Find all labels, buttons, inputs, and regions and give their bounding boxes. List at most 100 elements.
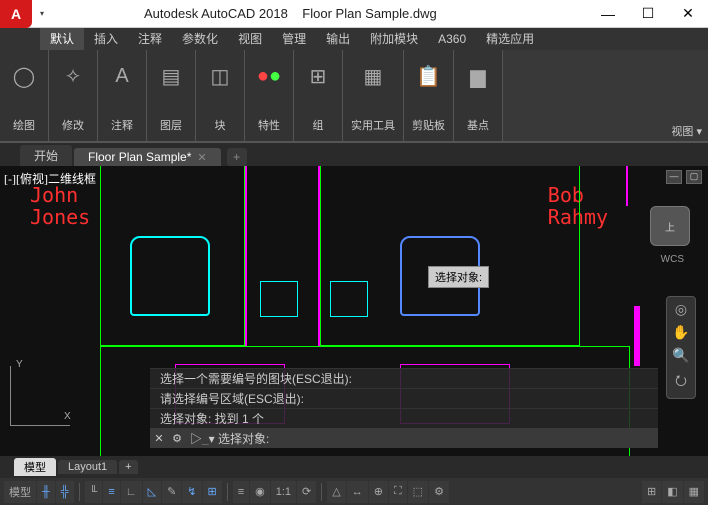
tab-addins[interactable]: 附加模块 bbox=[360, 28, 428, 50]
drawing-area[interactable]: [-][俯视]二维线框 — ▢ John Jones Bob Rahmy 选择对… bbox=[0, 166, 708, 456]
view-panel-dropdown[interactable]: 视图 ▾ bbox=[671, 123, 702, 139]
separator bbox=[321, 483, 322, 501]
clean-icon[interactable]: ⬚ bbox=[408, 481, 428, 503]
menu-icon[interactable]: ▦ bbox=[684, 481, 704, 503]
draw-icon: ◯ bbox=[8, 60, 40, 92]
panel-layers[interactable]: ▤图层 bbox=[147, 50, 196, 141]
group-icon: ⊞ bbox=[302, 60, 334, 92]
navigation-bar: ◎ ✋ 🔍 ⭮ bbox=[666, 296, 696, 399]
wall-line bbox=[245, 166, 247, 346]
minimize-button[interactable]: — bbox=[588, 0, 628, 28]
tab-start[interactable]: 开始 bbox=[20, 145, 72, 166]
command-history-line: 选择对象: 找到 1 个 bbox=[150, 408, 658, 428]
snap-icon[interactable]: ╬ bbox=[56, 481, 74, 503]
app-logo[interactable]: A bbox=[0, 0, 32, 28]
tray-icon[interactable]: ⊞ bbox=[642, 481, 661, 503]
dyn-icon[interactable]: ⊞ bbox=[203, 481, 222, 503]
vp-min-icon[interactable]: — bbox=[666, 170, 682, 184]
block-icon: ◫ bbox=[204, 60, 236, 92]
ribbon-filler: 视图 ▾ bbox=[503, 50, 708, 141]
separator bbox=[227, 483, 228, 501]
add-layout-button[interactable]: + bbox=[119, 460, 137, 474]
panel-draw[interactable]: ◯绘图 bbox=[0, 50, 49, 141]
ribbon-tabs: 默认 插入 注释 参数化 视图 管理 输出 附加模块 A360 精选应用 bbox=[0, 28, 708, 50]
model-paper-toggle[interactable]: 模型 bbox=[4, 481, 36, 503]
grid-icon[interactable]: ╫ bbox=[37, 481, 55, 503]
qp-icon[interactable]: ≡ bbox=[233, 481, 249, 503]
panel-base[interactable]: ▆基点 bbox=[454, 50, 503, 141]
tab-model-space[interactable]: 模型 bbox=[14, 458, 56, 476]
orbit-icon[interactable]: ⭮ bbox=[675, 370, 687, 394]
panel-annotate[interactable]: A注释 bbox=[98, 50, 147, 141]
tab-a360[interactable]: A360 bbox=[428, 28, 476, 50]
chair-block bbox=[130, 236, 210, 316]
tray-icon2[interactable]: ◧ bbox=[662, 481, 682, 503]
osnap-icon[interactable]: ◺ bbox=[143, 481, 161, 503]
document-tabs: 开始 Floor Plan Sample*✕ + bbox=[0, 142, 708, 166]
otrack-icon[interactable]: ✎ bbox=[162, 481, 181, 503]
close-cmd-icon[interactable]: ✕ bbox=[150, 432, 168, 445]
close-button[interactable]: ✕ bbox=[668, 0, 708, 28]
maximize-button[interactable]: ☐ bbox=[628, 0, 668, 28]
sc-icon[interactable]: ◉ bbox=[250, 481, 270, 503]
layers-icon: ▤ bbox=[155, 60, 187, 92]
tab-manage[interactable]: 管理 bbox=[272, 28, 316, 50]
panel-properties[interactable]: ●●特性 bbox=[245, 50, 294, 141]
text-icon: A bbox=[106, 60, 138, 92]
utils-icon: ▦ bbox=[357, 60, 389, 92]
tab-view[interactable]: 视图 bbox=[228, 28, 272, 50]
command-history-line: 选择一个需要编号的图块(ESC退出): bbox=[150, 368, 658, 388]
custom-icon[interactable]: ⚙ bbox=[429, 481, 449, 503]
title-bar: A ▾ Autodesk AutoCAD 2018 Floor Plan Sam… bbox=[0, 0, 708, 28]
panel-modify[interactable]: ✧修改 bbox=[49, 50, 98, 141]
panel-group[interactable]: ⊞组 bbox=[294, 50, 343, 141]
command-input[interactable] bbox=[186, 431, 658, 445]
tab-floorplan[interactable]: Floor Plan Sample*✕ bbox=[74, 148, 221, 166]
polar-icon[interactable]: ≡ bbox=[103, 481, 119, 503]
tab-featured[interactable]: 精选应用 bbox=[476, 28, 544, 50]
mon-icon[interactable]: ↔ bbox=[347, 481, 368, 503]
clipboard-icon: 📋 bbox=[413, 60, 445, 92]
window-title: Autodesk AutoCAD 2018 Floor Plan Sample.… bbox=[44, 6, 588, 21]
tab-default[interactable]: 默认 bbox=[40, 28, 84, 50]
panel-clipboard[interactable]: 📋剪贴板 bbox=[404, 50, 454, 141]
tab-insert[interactable]: 插入 bbox=[84, 28, 128, 50]
tab-output[interactable]: 输出 bbox=[316, 28, 360, 50]
wall-line bbox=[626, 166, 628, 206]
iso-icon[interactable]: ⊕ bbox=[369, 481, 388, 503]
layout-tabs: 模型 Layout1 + bbox=[0, 456, 708, 478]
ws-icon[interactable]: △ bbox=[327, 481, 345, 503]
ortho-icon[interactable]: ╙ bbox=[85, 481, 103, 503]
wcs-label: WCS bbox=[661, 254, 684, 265]
phone-block bbox=[260, 281, 298, 317]
tab-layout1[interactable]: Layout1 bbox=[58, 460, 117, 474]
panel-block[interactable]: ◫块 bbox=[196, 50, 245, 141]
panel-utils[interactable]: ▦实用工具 bbox=[343, 50, 404, 141]
separator bbox=[79, 483, 80, 501]
view-cube[interactable]: 上 bbox=[650, 206, 690, 246]
add-tab-button[interactable]: + bbox=[227, 148, 247, 166]
command-window: 选择一个需要编号的图块(ESC退出): 请选择编号区域(ESC退出): 选择对象… bbox=[150, 368, 658, 448]
text-john-jones: John Jones bbox=[30, 184, 90, 228]
ribbon: ◯绘图 ✧修改 A注释 ▤图层 ◫块 ●●特性 ⊞组 ▦实用工具 📋剪贴板 ▆基… bbox=[0, 50, 708, 142]
modify-icon: ✧ bbox=[57, 60, 89, 92]
anno-scale[interactable]: 1:1 bbox=[271, 481, 296, 503]
steering-wheel-icon[interactable]: ◎ bbox=[675, 301, 687, 318]
phone-block bbox=[330, 281, 368, 317]
vp-max-icon[interactable]: ▢ bbox=[686, 170, 702, 184]
cmd-options-icon[interactable]: ⚙ bbox=[168, 432, 186, 445]
close-tab-icon[interactable]: ✕ bbox=[197, 151, 206, 164]
status-bar: 模型 ╫ ╬ ╙ ≡ ∟ ◺ ✎ ↯ ⊞ ≡ ◉ 1:1 ⟳ △ ↔ ⊕ ⛶ ⬚… bbox=[0, 478, 708, 505]
command-history-line: 请选择编号区域(ESC退出): bbox=[150, 388, 658, 408]
anno-icon[interactable]: ⟳ bbox=[297, 481, 316, 503]
hw-icon[interactable]: ⛶ bbox=[389, 481, 407, 503]
tab-annotate[interactable]: 注释 bbox=[128, 28, 172, 50]
selection-tooltip: 选择对象: bbox=[428, 266, 489, 288]
isodraft-icon[interactable]: ∟ bbox=[121, 481, 142, 503]
zoom-icon[interactable]: 🔍 bbox=[672, 347, 689, 364]
tab-parametric[interactable]: 参数化 bbox=[172, 28, 228, 50]
wall-line bbox=[634, 306, 640, 366]
pan-icon[interactable]: ✋ bbox=[672, 324, 689, 341]
command-input-bar: ✕ ⚙ bbox=[150, 428, 658, 448]
lwt-icon[interactable]: ↯ bbox=[182, 481, 201, 503]
